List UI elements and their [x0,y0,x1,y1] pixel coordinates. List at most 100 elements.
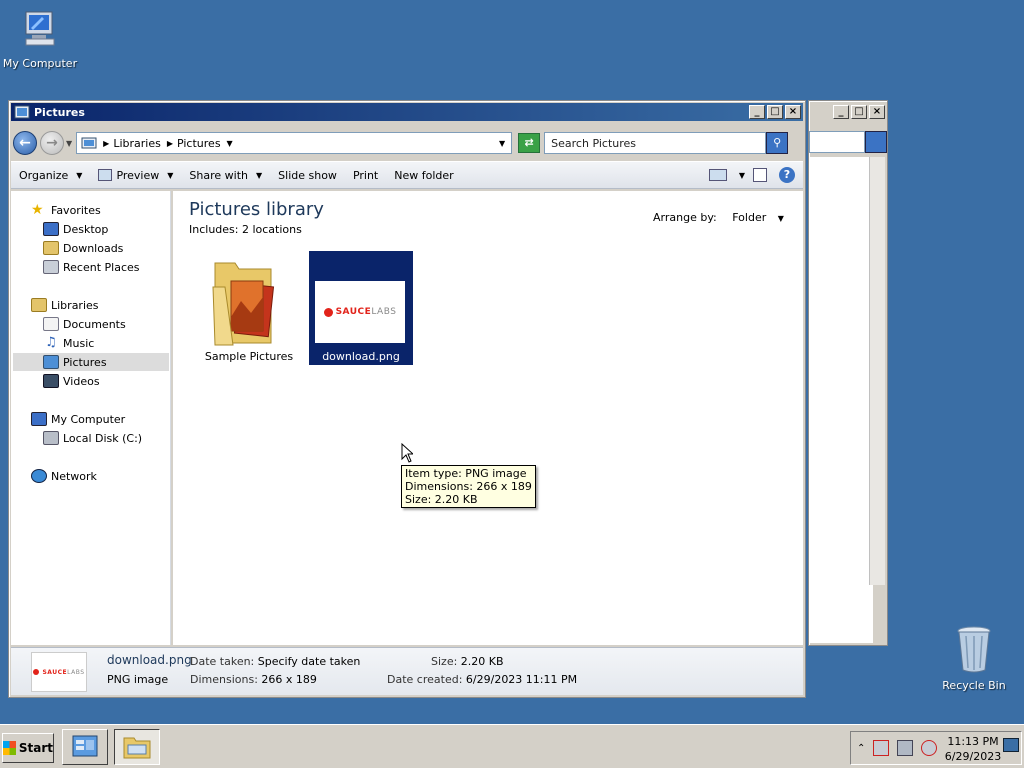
show-desktop-icon[interactable] [1003,738,1019,752]
address-row: ← → ▼ ▶ Libraries ▶ Pictures ▼ ▼ ⇄ Searc… [13,127,803,159]
nav-documents[interactable]: Documents [43,315,126,333]
help-icon[interactable]: ? [779,167,795,183]
recent-pages-dropdown[interactable]: ▼ [66,139,72,148]
chevron-down-icon: ▼ [256,170,263,180]
file-item-sample-pictures[interactable]: Sample Pictures [197,251,301,365]
command-bar: Organize ▼ Preview ▼ Share with ▼ Slide … [11,161,803,189]
content-pane[interactable]: Pictures library Includes: 2 locations A… [173,191,803,645]
slide-show-button[interactable]: Slide show [270,169,345,182]
clock-date: 6/29/2023 [944,750,1002,763]
explorer-titlebar[interactable]: Pictures _ □ × [11,103,803,121]
bg-search-box[interactable] [809,131,887,153]
nav-favorites[interactable]: ★ Favorites [31,201,101,219]
videos-icon [43,374,59,388]
print-button[interactable]: Print [345,169,386,182]
bg-search-icon[interactable] [865,131,887,153]
share-with-button[interactable]: Share with ▼ [181,169,270,182]
minimize-button[interactable]: _ [749,105,765,119]
new-folder-button[interactable]: New folder [386,169,461,182]
back-button[interactable]: ← [13,131,37,155]
date-taken-value[interactable]: Specify date taken [258,655,361,668]
pictures-window-icon [14,105,30,119]
view-options-dropdown[interactable]: ▼ [739,171,745,180]
refresh-button[interactable]: ⇄ [518,133,541,153]
taskbar-explorer-button[interactable] [114,729,160,765]
library-includes-link[interactable]: Includes: 2 locations [189,223,302,236]
start-button[interactable]: Start [2,733,54,763]
change-view-icon[interactable] [708,169,727,181]
forward-button[interactable]: → [40,131,64,155]
bg-minimize-button[interactable]: _ [833,105,849,119]
arrange-by-control[interactable]: Arrange by: Folder ▼ [653,211,784,224]
bg-maximize-button[interactable]: □ [851,105,867,119]
desktop-my-computer-icon[interactable]: My Computer [0,8,80,70]
preview-pane-icon[interactable] [753,168,767,182]
organize-button[interactable]: Organize ▼ [11,169,90,182]
details-size: Size: 2.20 KB [431,655,504,668]
nav-music-label: Music [63,336,95,350]
breadcrumb-libraries[interactable]: Libraries [113,137,161,150]
details-thumbnail: SAUCE LABS [31,652,87,692]
chevron-down-icon: ▼ [76,170,83,180]
show-hidden-icons-icon[interactable]: ⌃ [857,743,865,754]
saucelabs-logo: SAUCE LABS [33,669,84,676]
refresh-icon: ⇄ [524,136,534,149]
background-window[interactable]: _ □ × [808,100,888,646]
file-item-download-png[interactable]: SAUCE LABS download.png [309,251,413,365]
recycle-bin-icon [957,626,991,673]
chevron-down-icon: ▼ [777,214,784,223]
preview-button[interactable]: Preview ▼ [90,169,181,182]
nav-desktop-label: Desktop [63,222,109,236]
nav-my-computer[interactable]: My Computer [31,410,125,428]
explorer-window[interactable]: Pictures _ □ × ← → ▼ ▶ Libraries ▶ Pictu… [8,100,806,698]
breadcrumb-separator-icon[interactable]: ▶ [167,139,173,148]
nav-network-label: Network [51,469,97,483]
breadcrumb-separator-icon[interactable]: ▼ [227,139,233,148]
pictures-icon [43,355,59,369]
desktop-recycle-bin-icon[interactable]: Recycle Bin [934,624,1014,692]
nav-recent-places-label: Recent Places [63,260,140,274]
address-bar[interactable]: ▶ Libraries ▶ Pictures ▼ ▼ [76,132,513,154]
file-tooltip: Item type: PNG image Dimensions: 266 x 1… [401,465,536,508]
search-input[interactable]: Search Pictures [544,132,767,154]
nav-network[interactable]: Network [31,467,97,485]
tooltip-size: Size: 2.20 KB [405,493,478,506]
file-name-label: Sample Pictures [204,350,294,363]
nav-videos-label: Videos [63,374,100,388]
nav-local-disk[interactable]: Local Disk (C:) [43,429,142,447]
hard-disk-icon [43,431,59,445]
network-status-icon[interactable] [897,740,914,756]
preview-icon [98,169,113,181]
computer-icon [25,11,55,46]
maximize-button[interactable]: □ [767,105,783,119]
search-icon[interactable]: ⚲ [766,132,789,154]
arrange-by-label: Arrange by: [653,211,717,224]
nav-libraries[interactable]: Libraries [31,296,99,314]
desktop-recycle-bin-label: Recycle Bin [942,679,1006,692]
bg-close-button[interactable]: × [869,105,885,119]
folder-icon [123,737,151,759]
nav-downloads[interactable]: Downloads [43,239,123,257]
nav-recent-places[interactable]: Recent Places [43,258,140,276]
nav-videos[interactable]: Videos [43,372,100,390]
arrange-by-value[interactable]: Folder [732,211,766,224]
bg-window-titlebar[interactable]: _ □ × [811,103,885,121]
volume-muted-icon[interactable] [921,740,938,756]
nav-desktop[interactable]: Desktop [43,220,108,238]
taskbar-server-manager-button[interactable] [62,729,108,765]
breadcrumb-pictures[interactable]: Pictures [177,137,221,150]
nav-pictures[interactable]: Pictures [13,353,169,371]
nav-music[interactable]: ♫ Music [43,334,94,352]
tooltip-dimensions: Dimensions: 266 x 189 [405,480,532,493]
desktop-my-computer-label: My Computer [2,57,78,70]
address-history-dropdown[interactable]: ▼ [499,139,505,148]
bg-scrollbar[interactable] [869,157,885,585]
close-button[interactable]: × [785,105,801,119]
action-center-icon[interactable] [873,740,890,756]
clock[interactable]: 11:13 PM 6/29/2023 [943,734,1003,764]
image-thumbnail: SAUCE LABS [315,281,405,343]
organize-label: Organize [19,168,69,182]
bg-search-field[interactable] [809,131,865,153]
arrow-right-icon: → [46,135,58,151]
breadcrumb-separator-icon[interactable]: ▶ [103,139,109,148]
